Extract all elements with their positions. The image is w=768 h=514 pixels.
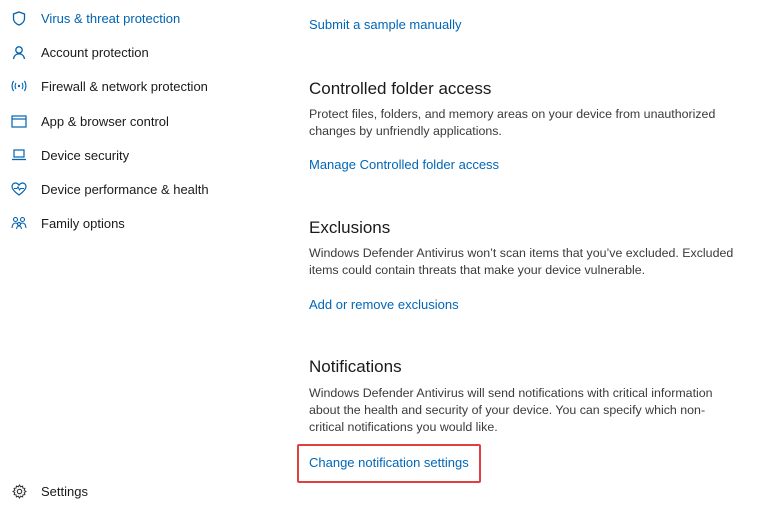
shield-icon	[11, 10, 27, 26]
section-title-controlled-folder-access: Controlled folder access	[309, 79, 492, 98]
sidebar-item-label: Device performance & health	[41, 181, 209, 197]
highlight-box	[297, 444, 481, 483]
sidebar-item-label: Firewall & network protection	[41, 78, 208, 94]
security-window: Virus & threat protection Account protec…	[0, 0, 768, 514]
app-window-icon	[11, 113, 27, 129]
person-icon	[11, 44, 27, 60]
section-description-exclusions: Windows Defender Antivirus won’t scan it…	[309, 246, 734, 277]
main-content: Submit a sample manually Controlled fold…	[309, 0, 749, 514]
gear-icon	[11, 483, 27, 499]
submit-sample-link[interactable]: Submit a sample manually	[309, 17, 461, 32]
section-title-exclusions: Exclusions	[309, 218, 391, 237]
wifi-antenna-icon	[11, 78, 27, 94]
add-remove-exclusions-link[interactable]: Add or remove exclusions	[309, 297, 459, 312]
sidebar-item-label: App & browser control	[41, 113, 169, 129]
heart-icon	[11, 181, 27, 197]
sidebar-item-label: Settings	[41, 483, 88, 499]
laptop-icon	[11, 147, 27, 163]
section-title-notifications: Notifications	[309, 357, 402, 376]
manage-controlled-folder-access-link[interactable]: Manage Controlled folder access	[309, 157, 499, 172]
sidebar-nav: Virus & threat protection Account protec…	[0, 0, 270, 514]
sidebar-item-label: Family options	[41, 215, 125, 231]
section-description-controlled-folder-access: Protect files, folders, and memory areas…	[309, 107, 716, 138]
sidebar-item-label: Account protection	[41, 44, 149, 60]
sidebar-item-label: Device security	[41, 147, 130, 163]
sidebar-item-label: Virus & threat protection	[41, 10, 181, 26]
family-icon	[11, 215, 27, 231]
section-description-notifications: Windows Defender Antivirus will send not…	[309, 386, 713, 434]
